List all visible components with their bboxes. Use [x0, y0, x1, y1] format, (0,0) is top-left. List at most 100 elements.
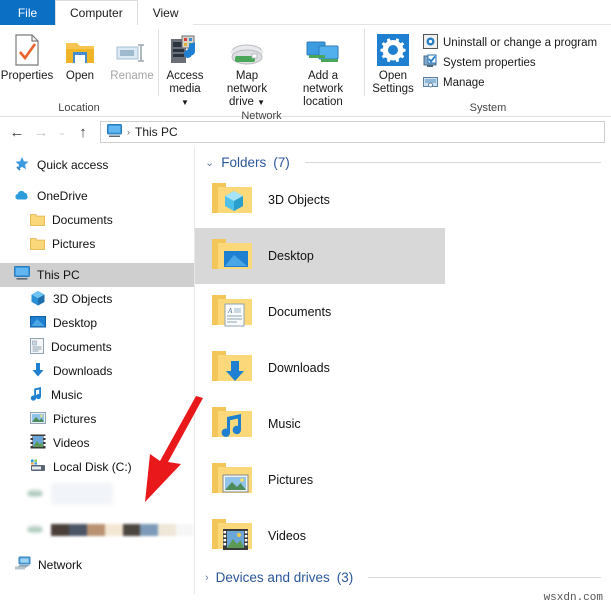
sidebar-item-label: Downloads [53, 364, 113, 378]
this-pc-icon [14, 266, 30, 284]
up-button[interactable]: ↑ [72, 121, 94, 143]
properties-icon [12, 31, 42, 67]
open-button[interactable]: Open [54, 31, 106, 83]
sidebar-item-label: Quick access [37, 158, 109, 172]
group-header-label: Folders [221, 155, 267, 170]
list-item-label: Music [268, 417, 301, 431]
list-item-label: Pictures [268, 473, 314, 487]
drive-icon [26, 487, 44, 502]
folder-downloads-icon [210, 347, 254, 390]
open-settings-button[interactable]: Open Settings [365, 31, 421, 96]
manage-button[interactable]: Manage [421, 74, 599, 92]
open-folder-icon [64, 31, 96, 67]
sidebar-item-onedrive-pictures[interactable]: Pictures [0, 232, 194, 256]
chevron-down-icon[interactable]: ⌄ [205, 156, 214, 169]
sidebar-item-onedrive[interactable]: OneDrive [0, 184, 194, 208]
sidebar-item-label: Pictures [52, 237, 96, 251]
folder-pictures-icon [210, 459, 254, 502]
list-item[interactable]: Music [195, 396, 611, 452]
tab-computer[interactable]: Computer [55, 0, 138, 25]
folder-icon [30, 212, 45, 229]
drive-icon [26, 523, 44, 538]
open-settings-label: Open Settings [372, 70, 414, 96]
folder-3d-objects-icon [210, 179, 254, 222]
tab-view[interactable]: View [137, 0, 194, 25]
system-properties-button[interactable]: System properties [421, 54, 599, 72]
sidebar-item-label: Network [38, 558, 83, 572]
pictures-icon [30, 411, 46, 428]
svg-text:A: A [227, 307, 233, 315]
sidebar-item-quick-access[interactable]: Quick access [0, 153, 194, 177]
breadcrumb-separator: › [127, 127, 130, 137]
list-item-label: Documents [268, 305, 332, 319]
back-button[interactable]: ← [6, 121, 28, 143]
breadcrumb[interactable]: This PC [135, 125, 178, 139]
manage-icon [423, 74, 438, 92]
sidebar-item-downloads[interactable]: Downloads [0, 359, 194, 383]
uninstall-or-change-a-program-button[interactable]: Uninstall or change a program [421, 34, 599, 52]
ribbon-group-location: Properties Open Rename Location [0, 25, 158, 116]
sidebar-item-redacted-2[interactable] [0, 517, 194, 543]
list-item[interactable]: Desktop [195, 228, 445, 284]
system-properties-icon [423, 54, 438, 72]
sidebar-item-label: Music [51, 388, 83, 402]
chevron-down-icon: ▼ [257, 98, 266, 108]
main-area: Quick access OneDrive Documents Pictures… [0, 147, 611, 594]
system-properties-label: System properties [443, 57, 536, 69]
list-item[interactable]: Downloads [195, 340, 611, 396]
list-item[interactable]: Pictures [195, 452, 611, 508]
open-label: Open [65, 70, 95, 82]
redacted-block [51, 483, 113, 505]
group-header-count: (3) [336, 570, 354, 585]
gear-icon [376, 31, 410, 67]
list-item[interactable]: A Documents [195, 284, 611, 340]
ribbon: Properties Open Rename Location Access m… [0, 25, 611, 122]
add-network-location-label: Add a network location [302, 70, 344, 109]
properties-label: Properties [0, 70, 54, 82]
uninstall-icon [423, 34, 438, 52]
sidebar-item-documents[interactable]: Documents [0, 335, 194, 359]
list-item[interactable]: 3D Objects [195, 172, 611, 228]
ribbon-group-system-title: System [469, 101, 507, 114]
sidebar-item-desktop[interactable]: Desktop [0, 311, 194, 335]
sidebar-item-3d-objects[interactable]: 3D Objects [0, 287, 194, 311]
map-network-drive-button[interactable]: Map network drive ▼ [211, 31, 283, 110]
list-item[interactable]: Videos [195, 508, 611, 564]
recent-locations-button[interactable]: ⌄ [54, 121, 70, 143]
ribbon-group-network-title: Network [241, 109, 282, 122]
sidebar-item-local-disk-c[interactable]: Local Disk (C:) [0, 455, 194, 479]
3d-objects-icon [30, 290, 46, 309]
network-icon [14, 556, 31, 574]
sidebar-item-network[interactable]: Network [0, 553, 194, 577]
sidebar-item-pictures[interactable]: Pictures [0, 407, 194, 431]
sidebar-item-onedrive-documents[interactable]: Documents [0, 208, 194, 232]
tab-file[interactable]: File [0, 0, 55, 25]
ribbon-tabbar: File Computer View [0, 0, 611, 25]
add-network-location-icon [303, 31, 343, 67]
forward-button[interactable]: → [30, 121, 52, 143]
sidebar-item-this-pc[interactable]: This PC [0, 263, 194, 287]
access-media-button[interactable]: Access media ▼ [159, 31, 211, 110]
add-network-location-button[interactable]: Add a network location [283, 31, 363, 110]
desktop-icon [30, 315, 46, 332]
navigation-pane[interactable]: Quick access OneDrive Documents Pictures… [0, 147, 195, 594]
chevron-right-icon[interactable]: › [205, 572, 209, 584]
documents-icon [30, 337, 44, 357]
ribbon-group-network: Access media ▼ Map network drive ▼ Add a… [159, 25, 364, 122]
group-header-devices-and-drives[interactable]: › Devices and drives (3) [195, 564, 611, 587]
rename-button: Rename [106, 31, 158, 83]
properties-button[interactable]: Properties [0, 31, 54, 83]
ribbon-group-system: Open Settings Uninstall or change a prog… [365, 25, 611, 116]
address-input[interactable]: › This PC [100, 121, 605, 143]
list-item-label: Downloads [268, 361, 330, 375]
group-header-label: Devices and drives [215, 570, 330, 585]
sidebar-item-music[interactable]: Music [0, 383, 194, 407]
list-item-label: Videos [268, 529, 306, 543]
sidebar-item-label: OneDrive [37, 189, 88, 203]
rename-label: Rename [110, 70, 154, 82]
sidebar-item-redacted-1[interactable] [0, 481, 194, 507]
content-pane[interactable]: ⌄ Folders (7) 3D Objects Desktop A Docum… [195, 147, 611, 594]
group-header-folders[interactable]: ⌄ Folders (7) [195, 151, 611, 172]
sidebar-item-videos[interactable]: Videos [0, 431, 194, 455]
access-media-label: Access media ▼ [166, 70, 204, 108]
